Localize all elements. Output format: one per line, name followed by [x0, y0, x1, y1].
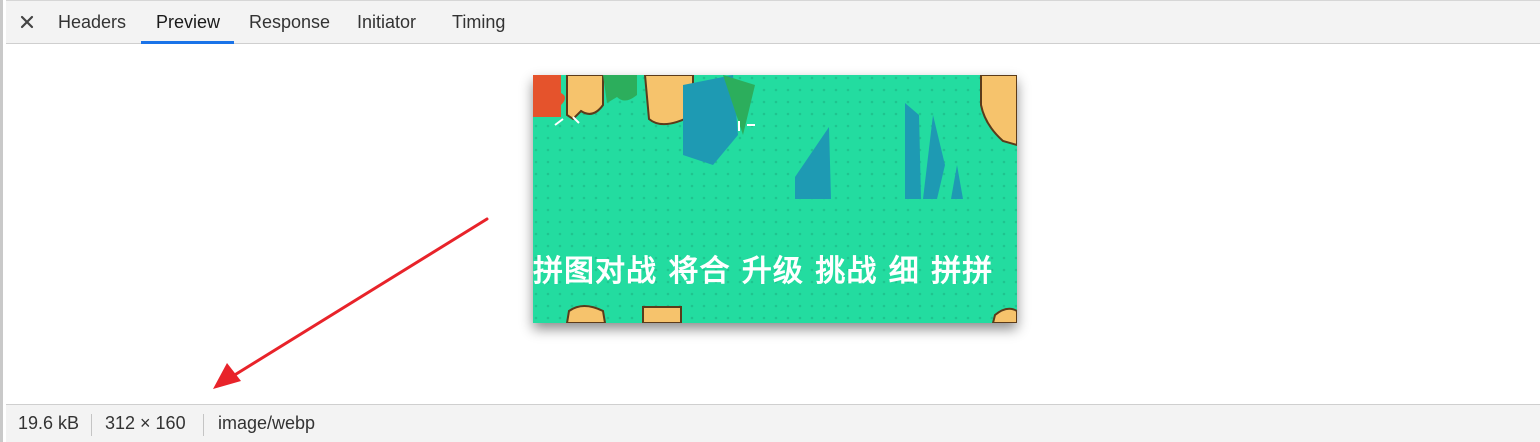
- preview-image: 拼图对战 将合 升级 挑战 细 拼拼: [533, 75, 1017, 323]
- devtools-network-panel: Headers Preview Response Initiator Timin…: [0, 0, 1540, 442]
- image-dimensions: 312 × 160: [105, 413, 186, 433]
- status-divider: [203, 414, 204, 436]
- tab-initiator[interactable]: Initiator: [357, 1, 416, 44]
- status-divider: [91, 414, 92, 436]
- close-button[interactable]: [16, 10, 38, 34]
- close-icon: [20, 15, 34, 29]
- tab-response[interactable]: Response: [249, 1, 330, 44]
- mime-type: image/webp: [218, 413, 316, 433]
- status-bar: 19.6 kB 312 × 160 image/webp: [6, 404, 1540, 442]
- tab-timing[interactable]: Timing: [452, 1, 505, 44]
- tab-headers[interactable]: Headers: [58, 1, 126, 44]
- preview-pane: 拼图对战 将合 升级 挑战 细 拼拼: [6, 44, 1540, 404]
- tab-preview[interactable]: Preview: [156, 1, 220, 44]
- resource-size: 19.6 kB: [18, 413, 80, 433]
- preview-image-graphic: 拼图对战 将合 升级 挑战 细 拼拼: [533, 75, 1017, 323]
- tab-bar: Headers Preview Response Initiator Timin…: [6, 0, 1540, 44]
- image-text: 拼图对战 将合 升级 挑战 细 拼拼: [533, 254, 993, 289]
